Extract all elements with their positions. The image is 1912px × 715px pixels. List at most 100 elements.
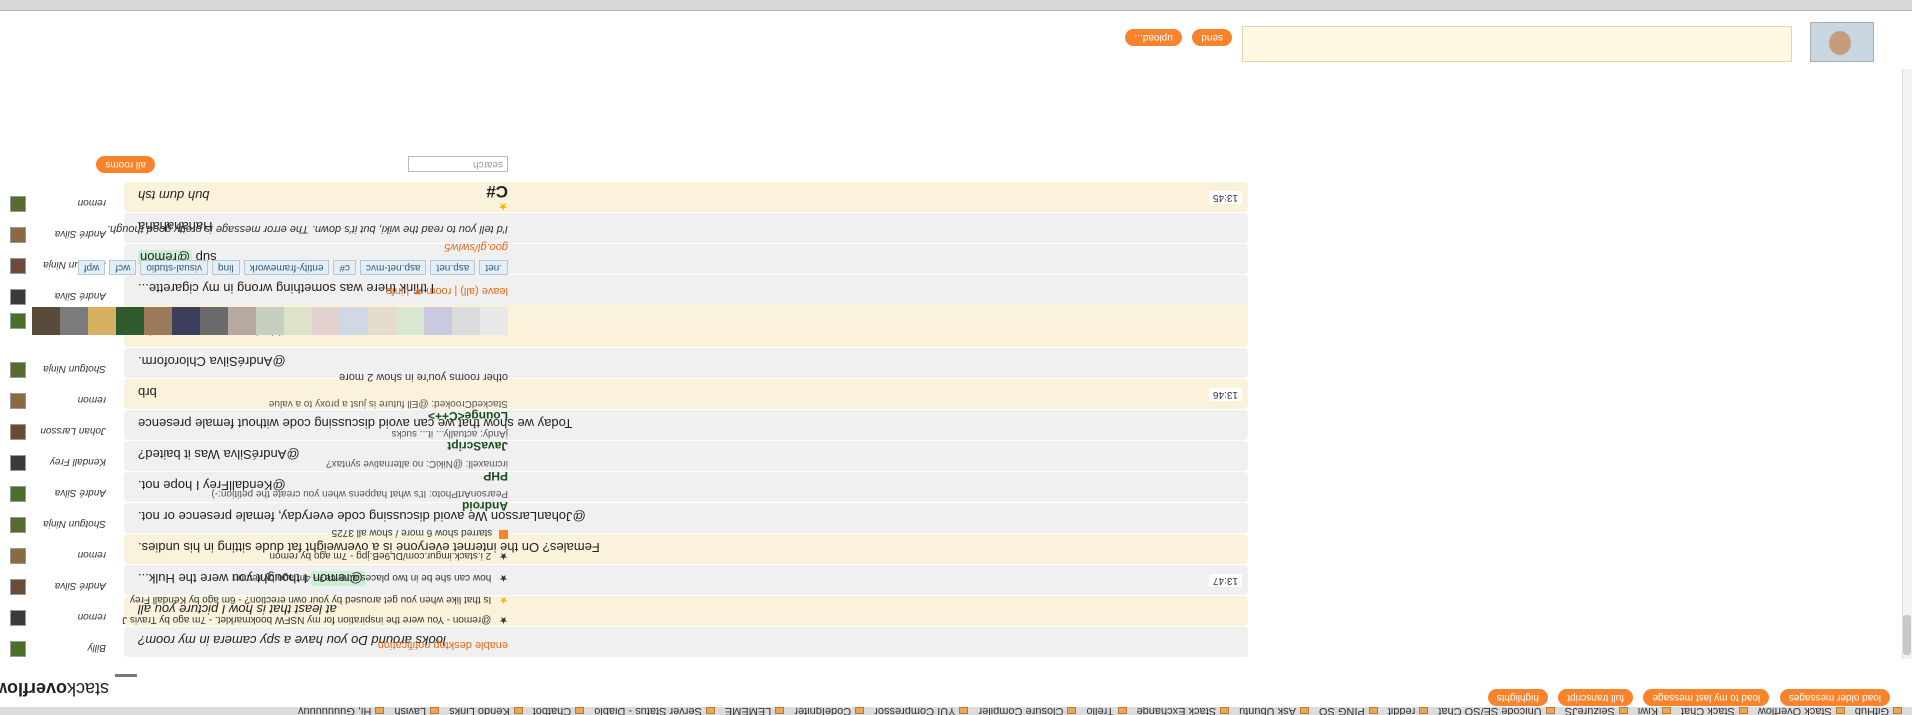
room-description: I'd tell you to read the wiki, but it's … — [106, 223, 508, 235]
bookmark-favicon-icon — [1299, 707, 1309, 715]
bookmark-favicon-icon — [513, 707, 523, 715]
bookmark-item[interactable]: Lavish — [394, 707, 440, 715]
bookmark-favicon-icon — [1738, 707, 1748, 715]
bookmark-item[interactable]: Closure Compiler — [978, 707, 1077, 715]
message-input[interactable] — [1242, 26, 1792, 62]
room-tag[interactable]: linq — [211, 260, 240, 275]
bookmark-favicon-icon — [1661, 707, 1671, 715]
room-tag[interactable]: c# — [333, 260, 357, 275]
bookmark-item[interactable]: Stack Overflow — [1758, 707, 1845, 715]
star-icon: ★ — [499, 614, 508, 625]
site-logo[interactable]: stackoverflow — [0, 674, 137, 700]
os-taskbar — [0, 0, 1912, 11]
bookmark-label: Kiwi — [1637, 707, 1658, 715]
bookmark-item[interactable]: SeizureJS — [1565, 707, 1628, 715]
bookmark-item[interactable]: Kendo Links — [449, 707, 523, 715]
present-user-avatar[interactable] — [480, 307, 508, 335]
room-tag[interactable]: asp.net — [430, 260, 476, 275]
stackoverflow-logo-icon — [115, 674, 137, 700]
bookmark-label: Lavish — [394, 707, 427, 715]
bookmark-favicon-icon — [575, 707, 585, 715]
highlights-button[interactable]: highlights — [1487, 689, 1548, 706]
bookmark-favicon-icon — [1618, 707, 1628, 715]
room-name[interactable]: Lounge<C++> — [269, 409, 508, 423]
present-user-avatar[interactable] — [340, 307, 368, 335]
load-to-last-button[interactable]: load to my last message — [1643, 689, 1770, 706]
bookmark-label: Closure Compiler — [978, 707, 1064, 715]
avatar-head-icon — [1829, 31, 1851, 55]
room-tag[interactable]: visual-studio — [140, 260, 208, 275]
bookmark-label: Stack Exchange — [1136, 707, 1217, 715]
room-search-input[interactable]: search — [408, 156, 508, 172]
bookmark-item[interactable]: Stack Exchange — [1137, 707, 1230, 715]
room-last-message: ircmaxell: @NikiC: no alternative syntax… — [326, 458, 508, 469]
room-tag[interactable]: asp.net-mvc — [360, 260, 427, 275]
chat-scrollbar[interactable] — [1902, 69, 1912, 659]
star-icon[interactable]: ★ — [499, 550, 508, 561]
bookmark-label: GitHub — [1854, 707, 1889, 715]
bookmark-item[interactable]: Stack Chat — [1681, 707, 1748, 715]
present-user-avatar[interactable] — [228, 307, 256, 335]
bookmark-item[interactable]: Trello — [1086, 707, 1127, 715]
starred-item: how can she be in two places at once? - … — [232, 572, 492, 583]
star-icon[interactable]: ★ — [499, 572, 508, 583]
user-avatar[interactable] — [1810, 22, 1874, 62]
bookmark-favicon-icon — [705, 707, 715, 715]
bookmark-favicon-icon — [855, 707, 865, 715]
bookmark-label: CodeIgniter — [794, 707, 852, 715]
room-name[interactable]: JavaScript — [391, 439, 508, 453]
bookmark-item[interactable]: Hi, Guuuuuuuy — [298, 707, 385, 715]
present-user-avatar[interactable] — [368, 307, 396, 335]
present-user-avatar[interactable] — [284, 307, 312, 335]
bookmark-item[interactable]: CodeIgniter — [794, 707, 865, 715]
present-user-avatar[interactable] — [200, 307, 228, 335]
room-title: C# — [486, 182, 508, 201]
bookmark-item[interactable]: Ask Ubuntu — [1239, 707, 1309, 715]
room-description-link[interactable]: goo.gl/swIw5 — [444, 241, 508, 253]
bookmark-item[interactable]: LEMEME — [725, 707, 785, 715]
present-user-avatar[interactable] — [88, 307, 116, 335]
present-user-avatar[interactable] — [144, 307, 172, 335]
room-tag[interactable]: wcf — [109, 260, 137, 275]
room-star-icon[interactable]: ★ — [498, 200, 508, 212]
star-icon[interactable]: ★ — [499, 594, 508, 605]
bookmark-item[interactable]: YUI Compressor — [874, 707, 969, 715]
sidebar: enable desktop notification ★ @remon - Y… — [0, 53, 508, 653]
bookmark-item[interactable]: reddit — [1388, 707, 1429, 715]
room-links[interactable]: leave (all) | room ▼ | info — [386, 285, 508, 297]
logo-text-overflow: overflow — [0, 678, 67, 699]
send-button[interactable]: send — [1192, 29, 1232, 46]
room-tag[interactable]: .net — [479, 260, 508, 275]
present-user-avatar[interactable] — [256, 307, 284, 335]
full-transcript-button[interactable]: full transcript — [1558, 689, 1633, 706]
present-user-avatar[interactable] — [424, 307, 452, 335]
bookmark-item[interactable]: GitHub — [1855, 707, 1902, 715]
present-user-avatar[interactable] — [32, 307, 60, 335]
present-user-avatar[interactable] — [172, 307, 200, 335]
present-user-avatar[interactable] — [60, 307, 88, 335]
load-older-button[interactable]: load older messages — [1779, 689, 1890, 706]
present-user-avatar[interactable] — [312, 307, 340, 335]
upload-button[interactable]: upload... — [1125, 29, 1182, 46]
bookmark-favicon-icon — [430, 707, 440, 715]
bookmark-item[interactable]: Server Status - Diablo — [594, 707, 715, 715]
present-user-avatar[interactable] — [452, 307, 480, 335]
present-user-avatar[interactable] — [396, 307, 424, 335]
room-name[interactable]: PHP — [326, 469, 508, 483]
room-tag[interactable]: wpf — [77, 260, 106, 275]
bookmark-item[interactable]: PING SO — [1319, 707, 1378, 715]
bookmark-label: Ask Ubuntu — [1239, 707, 1296, 715]
enable-notification-link[interactable]: enable desktop notification — [378, 639, 508, 651]
bookmark-favicon-icon — [959, 707, 969, 715]
bookmark-item[interactable]: Kiwi — [1638, 707, 1671, 715]
rss-icon[interactable] — [499, 530, 508, 539]
bookmark-item[interactable]: Unicode SE/SO Chat — [1438, 707, 1555, 715]
all-rooms-button[interactable]: all rooms — [96, 156, 155, 173]
room-name[interactable]: Android — [211, 499, 508, 513]
bookmark-item[interactable]: Chatbot — [533, 707, 585, 715]
message-timestamp: 13:45 — [1208, 191, 1242, 204]
room-tag[interactable]: entity-framework — [243, 260, 330, 275]
present-user-avatar[interactable] — [116, 307, 144, 335]
scrollbar-thumb[interactable] — [1903, 615, 1911, 655]
bookmark-favicon-icon — [1835, 707, 1845, 715]
